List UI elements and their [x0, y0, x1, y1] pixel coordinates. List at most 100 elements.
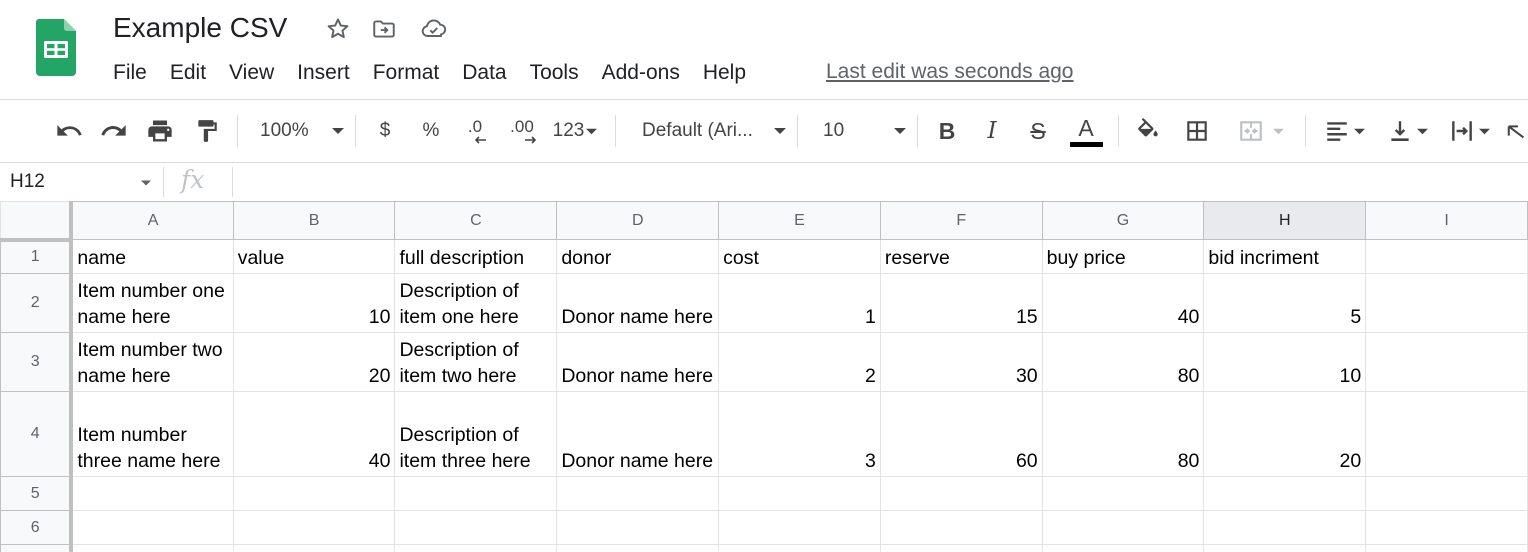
- cell-e6[interactable]: [718, 510, 881, 545]
- fill-color-icon[interactable]: [1131, 100, 1165, 162]
- select-all-corner[interactable]: [0, 201, 74, 242]
- move-to-folder-icon[interactable]: [371, 16, 397, 42]
- menu-edit[interactable]: Edit: [170, 61, 206, 85]
- cell-h6[interactable]: [1203, 510, 1367, 545]
- cell-i6[interactable]: [1365, 510, 1528, 545]
- last-edit-link[interactable]: Last edit was seconds ago: [826, 60, 1074, 84]
- cell-h7[interactable]: [1203, 544, 1367, 552]
- cell-a2[interactable]: Item number one name here: [70, 273, 234, 333]
- print-icon[interactable]: [143, 100, 177, 162]
- undo-icon[interactable]: [52, 100, 86, 162]
- row-header[interactable]: 5: [0, 476, 74, 511]
- cell-e7[interactable]: [718, 544, 881, 552]
- column-header-e[interactable]: E: [718, 201, 881, 240]
- row-header[interactable]: 6: [0, 510, 74, 545]
- cell-g7[interactable]: [1041, 544, 1205, 552]
- column-header-c[interactable]: C: [394, 201, 558, 240]
- cell-g3[interactable]: 80: [1041, 332, 1205, 392]
- text-color-button[interactable]: A: [1068, 100, 1104, 162]
- cell-e2[interactable]: 1: [718, 273, 881, 333]
- cell-g2[interactable]: 40: [1041, 273, 1205, 333]
- more-formats-button[interactable]: 123: [548, 100, 602, 162]
- name-box[interactable]: H12: [10, 171, 45, 193]
- cell-h1[interactable]: bid incriment: [1203, 239, 1367, 274]
- menu-file[interactable]: File: [113, 61, 147, 85]
- cell-i4[interactable]: [1365, 391, 1528, 477]
- column-header-f[interactable]: F: [879, 201, 1043, 240]
- cell-a6[interactable]: [70, 510, 234, 545]
- cell-g5[interactable]: [1041, 476, 1205, 511]
- menu-insert[interactable]: Insert: [297, 61, 350, 85]
- currency-format-button[interactable]: $: [370, 100, 400, 162]
- cell-c2[interactable]: Description of item one here: [394, 273, 558, 333]
- cell-f6[interactable]: [879, 510, 1043, 545]
- borders-icon[interactable]: [1180, 100, 1214, 162]
- cell-a4[interactable]: Item number three name here: [70, 391, 234, 477]
- font-family-select[interactable]: Default (Ari...: [632, 100, 786, 162]
- menu-tools[interactable]: Tools: [530, 61, 579, 85]
- column-header-g[interactable]: G: [1041, 201, 1205, 240]
- cell-b5[interactable]: [232, 476, 396, 511]
- cell-i1[interactable]: [1365, 239, 1528, 274]
- column-header-a[interactable]: A: [70, 201, 234, 240]
- cell-c7[interactable]: [394, 544, 558, 552]
- cell-c5[interactable]: [394, 476, 558, 511]
- cell-f7[interactable]: [879, 544, 1043, 552]
- cell-d2[interactable]: Donor name here: [556, 273, 720, 333]
- cell-a3[interactable]: Item number two name here: [70, 332, 234, 392]
- menu-format[interactable]: Format: [373, 61, 440, 85]
- cloud-saved-icon[interactable]: [420, 16, 447, 42]
- column-header-d[interactable]: D: [556, 201, 720, 240]
- cell-c1[interactable]: full description: [394, 239, 558, 274]
- formula-input[interactable]: [240, 171, 1520, 195]
- vertical-align-icon[interactable]: [1381, 100, 1433, 162]
- cell-b3[interactable]: 20: [232, 332, 396, 392]
- decrease-decimal-button[interactable]: .0: [458, 100, 492, 162]
- cell-b4[interactable]: 40: [232, 391, 396, 477]
- column-header-h[interactable]: H: [1203, 201, 1367, 240]
- column-header-i[interactable]: I: [1365, 201, 1528, 240]
- text-wrapping-icon[interactable]: [1443, 100, 1495, 162]
- paint-format-icon[interactable]: [190, 100, 224, 162]
- font-size-select[interactable]: 10: [812, 100, 906, 162]
- cell-d3[interactable]: Donor name here: [556, 332, 720, 392]
- strikethrough-button[interactable]: S: [1023, 100, 1053, 162]
- row-header[interactable]: 4: [0, 391, 74, 477]
- cell-b1[interactable]: value: [232, 239, 396, 274]
- cell-i7[interactable]: [1365, 544, 1528, 552]
- star-icon[interactable]: [325, 16, 351, 42]
- cell-h2[interactable]: 5: [1203, 273, 1367, 333]
- cell-a5[interactable]: [70, 476, 234, 511]
- cell-e1[interactable]: cost: [718, 239, 881, 274]
- cell-e5[interactable]: [718, 476, 881, 511]
- increase-decimal-button[interactable]: .00: [503, 100, 541, 162]
- redo-icon[interactable]: [97, 100, 131, 162]
- cell-i5[interactable]: [1365, 476, 1528, 511]
- cell-c4[interactable]: Description of item three here: [394, 391, 558, 477]
- cell-f1[interactable]: reserve: [879, 239, 1043, 274]
- menu-help[interactable]: Help: [703, 61, 746, 85]
- cell-h4[interactable]: 20: [1203, 391, 1367, 477]
- menu-addons[interactable]: Add-ons: [602, 61, 680, 85]
- cell-d5[interactable]: [556, 476, 720, 511]
- cell-i2[interactable]: [1365, 273, 1528, 333]
- cell-e3[interactable]: 2: [718, 332, 881, 392]
- cell-g4[interactable]: 80: [1041, 391, 1205, 477]
- cell-b7[interactable]: [232, 544, 396, 552]
- sheets-logo-icon[interactable]: [36, 19, 76, 76]
- menu-view[interactable]: View: [229, 61, 274, 85]
- text-rotation-icon[interactable]: [1506, 100, 1528, 162]
- chevron-down-icon[interactable]: [141, 180, 151, 186]
- cell-b2[interactable]: 10: [232, 273, 396, 333]
- merge-cells-icon[interactable]: [1228, 100, 1292, 162]
- cell-f2[interactable]: 15: [879, 273, 1043, 333]
- cell-b6[interactable]: [232, 510, 396, 545]
- row-header[interactable]: 2: [0, 273, 74, 333]
- percent-format-button[interactable]: %: [416, 100, 446, 162]
- cell-d1[interactable]: donor: [556, 239, 720, 274]
- bold-button[interactable]: B: [932, 100, 962, 162]
- row-header[interactable]: 1: [0, 239, 74, 274]
- cell-f5[interactable]: [879, 476, 1043, 511]
- cell-a1[interactable]: name: [70, 239, 234, 274]
- cell-c6[interactable]: [394, 510, 558, 545]
